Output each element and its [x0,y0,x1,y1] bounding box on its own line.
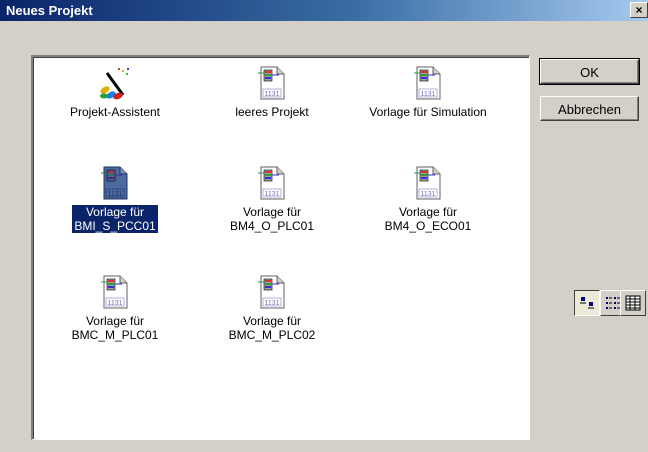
template-file-icon: 1131 [258,66,285,100]
svg-text:1131: 1131 [420,91,435,98]
window-title: Neues Projekt [6,3,93,18]
large-icons-icon [580,297,594,309]
item-label: Vorlage für BMI_S_PCC01 [71,204,159,234]
item-label: Vorlage für BM4_O_PLC01 [229,205,315,233]
item-label: Vorlage für Simulation [369,105,487,119]
item-label: leeres Projekt [235,105,309,119]
svg-text:1131: 1131 [264,300,279,307]
cancel-button[interactable]: Abbrechen [540,96,639,121]
item-label: Vorlage für BMC_M_PLC02 [228,314,316,342]
template-file-icon: 1131 [258,166,285,200]
list-item-bmc-m-plc02[interactable]: 1131 Vorlage für BMC_M_PLC02 [197,274,347,342]
details-icon [625,295,641,311]
item-label: Projekt-Assistent [69,105,161,119]
svg-text:1131: 1131 [264,91,279,98]
svg-text:1131: 1131 [107,191,122,198]
list-item-project-wizard[interactable]: Projekt-Assistent [40,65,190,119]
template-file-icon: 1131 [414,166,441,200]
list-item-bmi-s-pcc01[interactable]: 1131 Vorlage für BMI_S_PCC01 [40,165,190,234]
title-bar: Neues Projekt × [0,0,648,21]
wizard-icon [100,68,129,100]
item-label: Vorlage für BMC_M_PLC01 [71,314,159,342]
svg-text:1131: 1131 [264,191,279,198]
large-icons-view-button[interactable] [574,290,600,316]
template-list[interactable]: Projekt-Assistent 1131 leeres Projekt 11… [31,55,530,440]
list-item-simulation-template[interactable]: 1131 Vorlage für Simulation [353,65,503,119]
list-item-bmc-m-plc01[interactable]: 1131 Vorlage für BMC_M_PLC01 [40,274,190,342]
details-view-button[interactable] [620,290,646,316]
close-button[interactable]: × [630,2,648,18]
svg-text:1131: 1131 [420,191,435,198]
list-icon [606,297,620,309]
template-file-icon: 1131 [101,275,128,309]
list-item-bm4-o-eco01[interactable]: 1131 Vorlage für BM4_O_ECO01 [353,165,503,233]
template-file-icon: 1131 [258,275,285,309]
list-item-bm4-o-plc01[interactable]: 1131 Vorlage für BM4_O_PLC01 [197,165,347,233]
template-file-icon: 1131 [101,166,128,200]
ok-button[interactable]: OK [539,58,640,85]
svg-text:1131: 1131 [107,300,122,307]
list-item-empty-project[interactable]: 1131 leeres Projekt [197,65,347,119]
item-label: Vorlage für BM4_O_ECO01 [384,205,472,233]
template-file-icon: 1131 [414,66,441,100]
